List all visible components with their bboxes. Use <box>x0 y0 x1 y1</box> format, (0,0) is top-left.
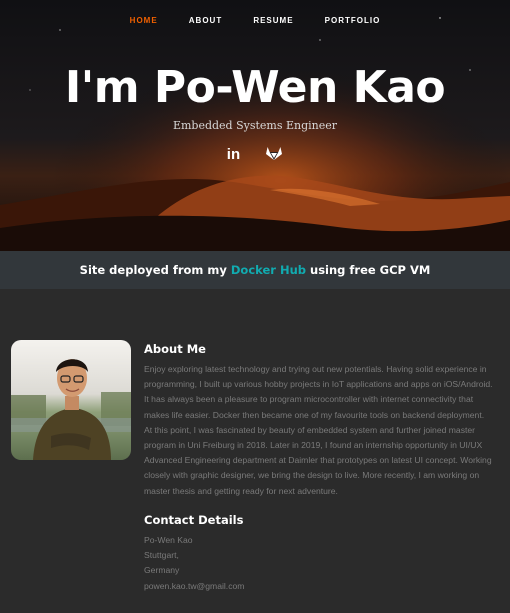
contact-city: Stuttgart, <box>144 550 179 561</box>
docker-hub-link[interactable]: Docker Hub <box>231 263 306 277</box>
top-nav: HOME ABOUT RESUME PORTFOLIO <box>0 8 510 27</box>
profile-photo <box>11 340 131 460</box>
hero-title: I'm Po-Wen Kao <box>64 62 446 113</box>
contact-heading: Contact Details <box>144 513 244 527</box>
banner-suffix: using free GCP VM <box>306 263 431 277</box>
about-heading: About Me <box>144 342 206 356</box>
hero-section: HOME ABOUT RESUME PORTFOLIO I'm Po-Wen K… <box>0 0 510 251</box>
contact-name: Po-Wen Kao <box>144 535 193 545</box>
contact-details: Po-Wen Kao Stuttgart, Germany powen.kao.… <box>144 533 244 594</box>
nav-about[interactable]: ABOUT <box>189 16 222 25</box>
about-body: Enjoy exploring latest technology and tr… <box>144 364 493 496</box>
gitlab-icon[interactable] <box>265 145 283 165</box>
nav-resume[interactable]: RESUME <box>253 16 293 25</box>
contact-country: Germany <box>144 565 180 576</box>
social-links: in <box>0 144 510 165</box>
deploy-banner: Site deployed from my Docker Hub using f… <box>0 251 510 289</box>
nav-portfolio[interactable]: PORTFOLIO <box>325 16 381 25</box>
nav-home[interactable]: HOME <box>130 16 158 25</box>
banner-prefix: Site deployed from my <box>79 263 231 277</box>
hero-subtitle: Embedded Systems Engineer <box>172 119 338 132</box>
contact-email[interactable]: powen.kao.tw@gmail.com <box>144 579 244 594</box>
linkedin-icon[interactable]: in <box>227 146 240 163</box>
